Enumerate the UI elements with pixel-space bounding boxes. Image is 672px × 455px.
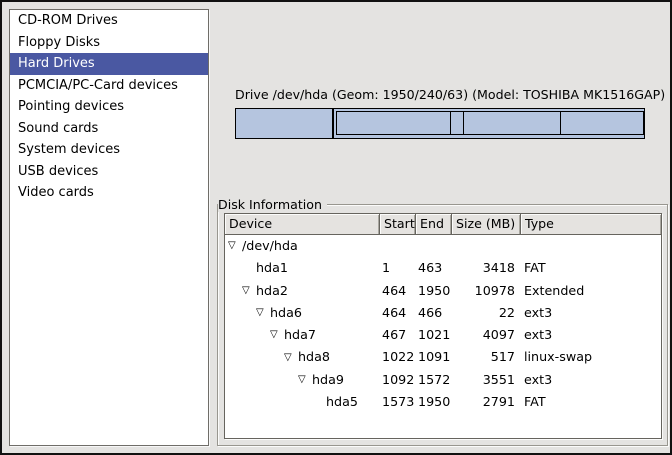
size-cell bbox=[452, 235, 521, 257]
end-cell: 1021 bbox=[416, 324, 452, 346]
column-header-device[interactable]: Device bbox=[225, 214, 380, 235]
size-cell: 22 bbox=[452, 302, 521, 324]
partition-segment-hda1 bbox=[236, 109, 334, 138]
partition-segment-hda2-extended bbox=[336, 111, 644, 135]
drive-title: Drive /dev/hda (Geom: 1950/240/63) (Mode… bbox=[235, 87, 645, 102]
type-cell: linux-swap bbox=[521, 346, 661, 368]
column-header-end[interactable]: End bbox=[416, 214, 452, 235]
size-cell: 10978 bbox=[452, 280, 521, 302]
device-label: hda9 bbox=[312, 369, 344, 391]
group-title: Disk Information bbox=[218, 197, 327, 212]
tree-expander-icon[interactable]: ▽ bbox=[270, 330, 284, 340]
table-row-hda7[interactable]: ▽hda746710214097ext3 bbox=[225, 324, 661, 346]
type-cell: ext3 bbox=[521, 369, 661, 391]
size-cell: 3418 bbox=[452, 257, 521, 279]
size-cell: 4097 bbox=[452, 324, 521, 346]
column-header-start[interactable]: Start bbox=[380, 214, 416, 235]
size-cell: 3551 bbox=[452, 369, 521, 391]
device-label: hda7 bbox=[284, 324, 316, 346]
hardware-browser-window: CD-ROM DrivesFloppy DisksHard DrivesPCMC… bbox=[0, 0, 672, 455]
start-cell: 464 bbox=[380, 302, 416, 324]
tree-expander-icon[interactable]: ▽ bbox=[242, 286, 256, 296]
start-cell: 1022 bbox=[380, 346, 416, 368]
column-header-size-mb-[interactable]: Size (MB) bbox=[452, 214, 521, 235]
partition-bar bbox=[235, 108, 645, 139]
disk-table: DeviceStartEndSize (MB)Type ▽/dev/hdahda… bbox=[224, 213, 662, 439]
tree-expander-icon[interactable]: ▽ bbox=[228, 241, 242, 251]
tree-indent bbox=[228, 313, 256, 314]
tree-indent bbox=[228, 379, 298, 380]
end-cell: 1950 bbox=[416, 280, 452, 302]
device-label: hda8 bbox=[298, 346, 330, 368]
tree-indent bbox=[228, 290, 242, 291]
table-row-hda5[interactable]: hda5 157319502791FAT bbox=[225, 391, 661, 413]
device-label: hda5 bbox=[326, 391, 358, 413]
device-cell: hda5 bbox=[225, 391, 380, 413]
logical-partition-divider bbox=[463, 112, 464, 134]
start-cell: 1573 bbox=[380, 391, 416, 413]
device-label: hda2 bbox=[256, 280, 288, 302]
sidebar-item-cd-rom-drives[interactable]: CD-ROM Drives bbox=[10, 10, 208, 32]
device-category-list[interactable]: CD-ROM DrivesFloppy DisksHard DrivesPCMC… bbox=[9, 9, 209, 446]
device-cell: ▽hda8 bbox=[225, 346, 380, 368]
type-cell: ext3 bbox=[521, 302, 661, 324]
tree-indent bbox=[228, 402, 312, 403]
size-cell: 2791 bbox=[452, 391, 521, 413]
sidebar-item-floppy-disks[interactable]: Floppy Disks bbox=[10, 32, 208, 54]
end-cell bbox=[416, 235, 452, 257]
device-label: hda1 bbox=[256, 257, 288, 279]
tree-expander-icon[interactable]: ▽ bbox=[256, 308, 270, 318]
type-cell: ext3 bbox=[521, 324, 661, 346]
table-row-hda1[interactable]: hda1 14633418FAT bbox=[225, 257, 661, 279]
end-cell: 1950 bbox=[416, 391, 452, 413]
device-cell: hda1 bbox=[225, 257, 380, 279]
device-label: hda6 bbox=[270, 302, 302, 324]
device-cell: ▽hda2 bbox=[225, 280, 380, 302]
tree-indent bbox=[228, 357, 284, 358]
table-row-hda9[interactable]: ▽hda9109215723551ext3 bbox=[225, 369, 661, 391]
device-label: /dev/hda bbox=[242, 235, 298, 257]
table-header-row: DeviceStartEndSize (MB)Type bbox=[225, 214, 661, 235]
tree-indent bbox=[228, 268, 242, 269]
table-row-hda6[interactable]: ▽hda646446622ext3 bbox=[225, 302, 661, 324]
device-cell: ▽hda7 bbox=[225, 324, 380, 346]
device-cell: ▽/dev/hda bbox=[225, 235, 380, 257]
column-header-type[interactable]: Type bbox=[521, 214, 661, 235]
logical-partition-divider bbox=[560, 112, 561, 134]
table-row-hda2[interactable]: ▽hda2464195010978Extended bbox=[225, 280, 661, 302]
type-cell: FAT bbox=[521, 391, 661, 413]
table-row-hda8[interactable]: ▽hda810221091517linux-swap bbox=[225, 346, 661, 368]
device-cell: ▽hda6 bbox=[225, 302, 380, 324]
tree-indent bbox=[228, 335, 270, 336]
sidebar-item-pcmcia-pc-card-devices[interactable]: PCMCIA/PC-Card devices bbox=[10, 75, 208, 97]
end-cell: 1091 bbox=[416, 346, 452, 368]
type-cell: FAT bbox=[521, 257, 661, 279]
sidebar-item-hard-drives[interactable]: Hard Drives bbox=[10, 53, 208, 75]
sidebar-item-pointing-devices[interactable]: Pointing devices bbox=[10, 96, 208, 118]
type-cell: Extended bbox=[521, 280, 661, 302]
end-cell: 1572 bbox=[416, 369, 452, 391]
sidebar-item-video-cards[interactable]: Video cards bbox=[10, 182, 208, 204]
start-cell: 467 bbox=[380, 324, 416, 346]
tree-expander-icon[interactable]: ▽ bbox=[284, 353, 298, 363]
end-cell: 466 bbox=[416, 302, 452, 324]
start-cell: 464 bbox=[380, 280, 416, 302]
size-cell: 517 bbox=[452, 346, 521, 368]
start-cell: 1 bbox=[380, 257, 416, 279]
table-body: ▽/dev/hdahda114633418FAT▽hda246419501097… bbox=[225, 235, 661, 413]
sidebar-item-usb-devices[interactable]: USB devices bbox=[10, 161, 208, 183]
end-cell: 463 bbox=[416, 257, 452, 279]
table-row--dev-hda[interactable]: ▽/dev/hda bbox=[225, 235, 661, 257]
tree-expander-icon[interactable]: ▽ bbox=[298, 375, 312, 385]
device-cell: ▽hda9 bbox=[225, 369, 380, 391]
start-cell bbox=[380, 235, 416, 257]
sidebar-item-system-devices[interactable]: System devices bbox=[10, 139, 208, 161]
logical-partition-divider bbox=[450, 112, 451, 134]
disk-information-group: Disk Information DeviceStartEndSize (MB)… bbox=[217, 204, 668, 446]
type-cell bbox=[521, 235, 661, 257]
sidebar-item-sound-cards[interactable]: Sound cards bbox=[10, 118, 208, 140]
start-cell: 1092 bbox=[380, 369, 416, 391]
